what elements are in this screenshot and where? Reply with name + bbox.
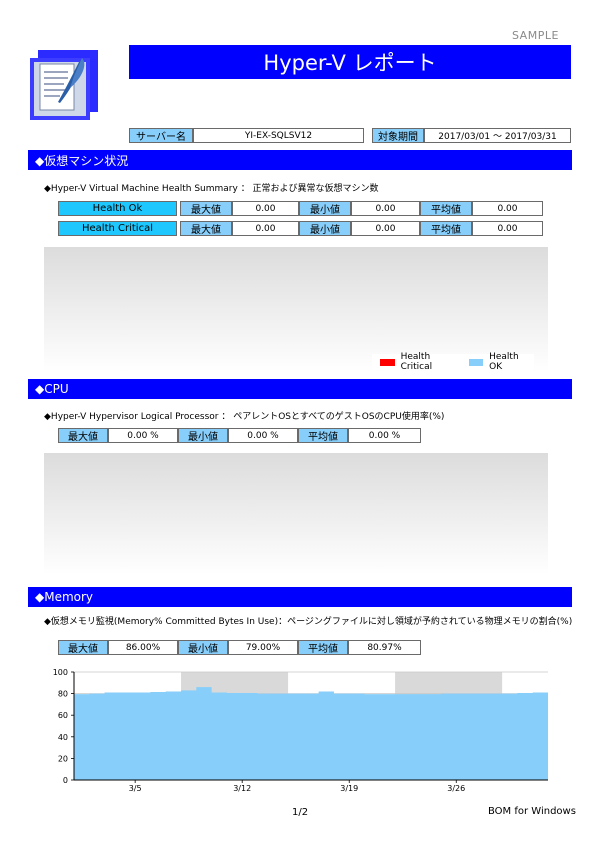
- page-number: 1/2: [292, 807, 309, 818]
- stat-value: 0.00 %: [348, 428, 421, 443]
- stat-value: 80.97%: [348, 640, 421, 655]
- y-tick-label: 100: [53, 668, 68, 677]
- x-tick-label: 3/19: [340, 784, 358, 793]
- health-critical-label: Health Critical: [58, 221, 177, 236]
- y-tick-label: 20: [58, 754, 68, 763]
- product-name: BOM for Windows: [488, 806, 576, 817]
- legend-label-ok: Health OK: [489, 352, 519, 372]
- health-ok-label: Health Ok: [58, 201, 177, 216]
- x-tick-label: 3/12: [233, 784, 251, 793]
- stat-label: 最大値: [180, 221, 232, 236]
- x-tick-label: 3/5: [129, 784, 142, 793]
- stat-value: 0.00 %: [108, 428, 178, 443]
- cpu-usage-chart: [44, 453, 548, 575]
- stat-value: 79.00%: [228, 640, 298, 655]
- stat-value: 0.00: [351, 201, 420, 216]
- stat-value: 0.00: [232, 221, 299, 236]
- stat-label: 最小値: [178, 428, 228, 443]
- stat-value: 0.00 %: [228, 428, 298, 443]
- y-tick-label: 40: [58, 733, 68, 742]
- memory-subtitle: ◆仮想メモリ監視(Memory% Committed Bytes In Use)…: [44, 617, 573, 627]
- document-quill-icon: [30, 50, 98, 120]
- section-memory-header: ◆Memory: [28, 587, 572, 607]
- server-name-value: YI-EX-SQLSV12: [193, 128, 364, 143]
- stat-label: 最大値: [58, 428, 108, 443]
- legend-swatch-ok: [468, 358, 484, 366]
- stat-value: 0.00: [232, 201, 299, 216]
- stat-label: 最小値: [178, 640, 228, 655]
- stat-value: 0.00: [472, 221, 543, 236]
- stat-label: 最小値: [299, 201, 351, 216]
- section-vm-header: ◆仮想マシン状況: [28, 150, 572, 170]
- stat-value: 86.00%: [108, 640, 178, 655]
- report-title: Hyper-V レポート: [129, 45, 571, 79]
- y-tick-label: 0: [63, 776, 68, 785]
- server-name-label: サーバー名: [129, 128, 193, 143]
- memory-chart-svg: 0 20 40 60 80 100 3/5 3/12 3/19 3/26: [53, 668, 548, 793]
- memory-usage-chart: 0 20 40 60 80 100 3/5 3/12 3/19 3/26: [44, 662, 554, 798]
- stat-label: 最小値: [299, 221, 351, 236]
- stat-label: 平均値: [420, 201, 472, 216]
- stat-label: 平均値: [420, 221, 472, 236]
- cpu-subtitle: ◆Hyper-V Hypervisor Logical Processor ： …: [44, 412, 445, 422]
- stat-value: 0.00: [351, 221, 420, 236]
- period-label: 対象期間: [372, 128, 424, 143]
- stat-label: 平均値: [298, 428, 348, 443]
- period-value: 2017/03/01 ～ 2017/03/31: [424, 128, 571, 143]
- sample-watermark: SAMPLE: [512, 29, 559, 42]
- stat-label: 最大値: [58, 640, 108, 655]
- memory-usage-area: [74, 687, 548, 780]
- vm-subtitle: ◆Hyper-V Virtual Machine Health Summary …: [44, 184, 379, 194]
- stat-label: 最大値: [180, 201, 232, 216]
- legend-swatch-critical: [380, 358, 395, 366]
- x-tick-label: 3/26: [447, 784, 465, 793]
- report-logo: [30, 50, 98, 120]
- vm-chart-legend: Health Critical Health OK: [372, 352, 534, 372]
- section-cpu-header: ◆CPU: [28, 379, 572, 399]
- stat-label: 平均値: [298, 640, 348, 655]
- stat-value: 0.00: [472, 201, 543, 216]
- y-tick-label: 60: [58, 711, 68, 720]
- y-tick-label: 80: [58, 690, 68, 699]
- legend-label-critical: Health Critical: [400, 352, 433, 372]
